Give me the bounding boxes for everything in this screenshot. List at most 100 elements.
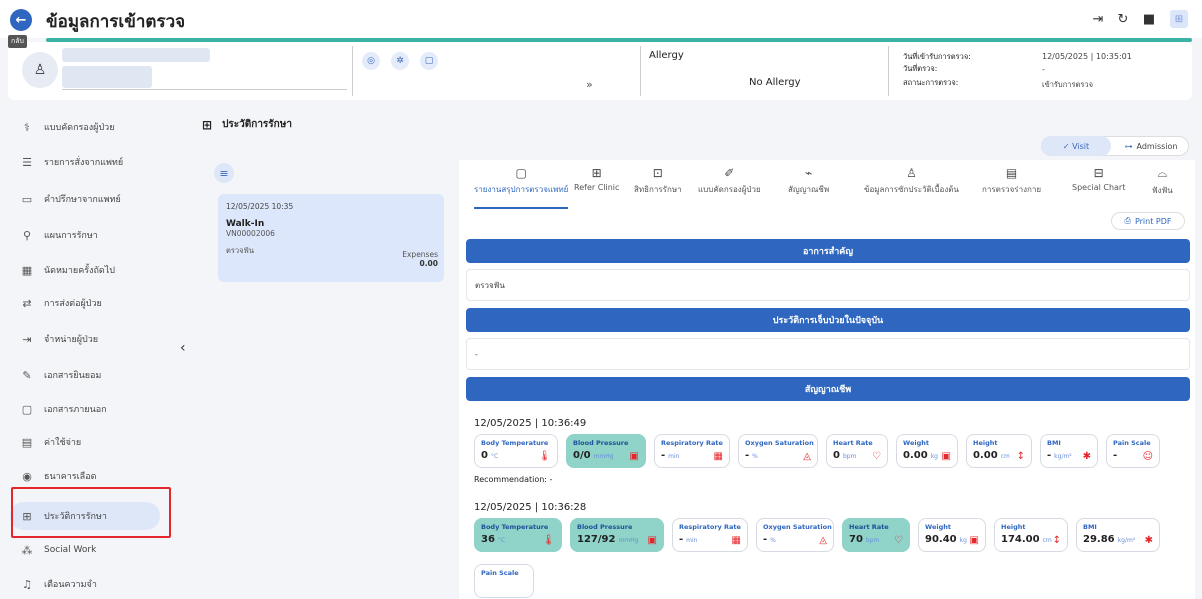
tab[interactable]: ⊡ สิทธิการรักษา — [634, 166, 682, 196]
vital-value: 0 — [481, 450, 488, 461]
vital-card: Pain Scale — [474, 564, 534, 598]
tab[interactable]: ⊞ Refer Clinic — [574, 166, 619, 192]
tab-label: แบบคัดกรองผู้ป่วย — [698, 185, 761, 194]
vital-card: Heart Rate 70 bpm ♡ — [842, 518, 910, 552]
tab[interactable]: ✐ แบบคัดกรองผู้ป่วย — [698, 166, 761, 196]
vital-unit: kg — [959, 537, 967, 544]
vital-value: 0/0 — [573, 450, 591, 461]
print-pdf-button[interactable]: ⎙ Print PDF — [1111, 212, 1185, 230]
vital-label: Pain Scale — [481, 569, 519, 577]
fingerprint-icon[interactable]: ◎ — [362, 52, 380, 70]
vital-card: Height 0.00 cm ↕ — [966, 434, 1032, 468]
height-icon: ↕ — [1016, 451, 1025, 462]
section-chief-complaint: อาการสำคัญ — [466, 239, 1190, 263]
oxygen-icon: ◬ — [803, 451, 811, 462]
vital-unit: bpm — [865, 537, 880, 544]
chevron-double-down-icon[interactable]: » — [586, 78, 593, 91]
visit-number: VN00002006 — [226, 229, 275, 238]
admission-toggle[interactable]: ⊶ Admission — [1113, 136, 1189, 156]
lungs-icon: ▦ — [731, 535, 741, 546]
vital-label: Body Temperature — [481, 523, 549, 531]
vital-label: Heart Rate — [849, 523, 889, 531]
sidebar-item[interactable]: ◉ ธนาคารเลือด — [10, 462, 160, 490]
sidebar-item[interactable]: ♫ เตือนความจำ — [10, 570, 160, 598]
sidebar-item[interactable]: ✎ เอกสารยินยอม — [10, 361, 160, 389]
face-icon: ☺ — [1142, 451, 1153, 462]
sidebar-item-label: เตือนความจำ — [44, 580, 97, 590]
scale-icon: ▣ — [969, 535, 979, 546]
bed-icon: ⊶ — [1124, 141, 1133, 151]
vital-card: Respiratory Rate - min ▦ — [672, 518, 748, 552]
vital-label: Weight — [903, 439, 929, 447]
vital-label: Body Temperature — [481, 439, 549, 447]
tab[interactable]: ▤ การตรวจร่างกาย — [982, 166, 1041, 196]
tab-bar: ▢ รายงานสรุปการตรวจแพทย์ ⊞ Refer Clinic ⊡ สิท… — [466, 166, 1202, 206]
sidebar-item[interactable]: ☰ รายการสั่งจากแพทย์ — [10, 148, 160, 176]
bell-icon: ♫ — [22, 577, 32, 591]
list-icon: ☰ — [22, 155, 32, 169]
tab-label: สัญญาณชีพ — [788, 185, 830, 194]
sidebar-item[interactable]: ⇄ การส่งต่อผู้ป่วย — [10, 289, 160, 317]
sidebar-item[interactable]: ▢ เอกสารภายนอก — [10, 395, 160, 423]
filter-button[interactable]: ≡ — [214, 163, 234, 183]
sidebar-item[interactable]: ▭ คำปรึกษาจากแพทย์ — [10, 185, 160, 213]
thermometer-icon: 🌡 — [542, 535, 555, 546]
visit-toggle[interactable]: ✓ Visit — [1041, 136, 1111, 156]
chevron-left-icon[interactable]: ‹ — [180, 340, 186, 356]
sidebar-item-label: ธนาคารเลือด — [44, 472, 97, 482]
divider — [352, 46, 353, 96]
vital-unit: bpm — [842, 453, 857, 460]
sidebar-item-label: Social Work — [44, 545, 97, 555]
sidebar-item[interactable]: ⁂ Social Work — [10, 536, 160, 564]
tab[interactable]: ▢ รายงานสรุปการตรวจแพทย์ — [474, 166, 568, 196]
bmi-icon: ✱ — [1082, 451, 1091, 462]
tab-icon: ⊡ — [652, 166, 663, 180]
tab[interactable]: ⌓ ฟังฟัน — [1152, 166, 1173, 197]
vital-unit: kg/m² — [1117, 537, 1136, 544]
selection-highlight — [11, 487, 171, 538]
allergy-label: Allergy — [649, 50, 684, 61]
tab-icon: ▤ — [1005, 166, 1018, 180]
vital-value: - — [1047, 450, 1052, 461]
allergy-value: No Allergy — [749, 77, 801, 88]
tab[interactable]: ⌁ สัญญาณชีพ — [788, 166, 829, 196]
vital-label: Oxygen Saturation — [763, 523, 832, 531]
vital-label: Blood Pressure — [577, 523, 633, 531]
vital-value: 36 — [481, 534, 495, 545]
visit-info-labels: วันที่เข้ารับการตรวจ: วันที่ตรวจ: สถานะก… — [903, 52, 971, 87]
sidebar-item[interactable]: ⚕ แบบคัดกรองผู้ป่วย — [10, 113, 160, 141]
vital-value: 174.00 — [1001, 534, 1040, 545]
sidebar-item[interactable]: ⇥ จำหน่ายผู้ป่วย — [10, 325, 160, 353]
sidebar-item-label: เอกสารยินยอม — [44, 371, 102, 381]
tab-label: การตรวจร่างกาย — [982, 185, 1042, 194]
visit-info-values: 12/05/2025 | 10:35:01 - เข้ารับการตรวจ — [1042, 52, 1132, 89]
bmi-icon: ✱ — [1144, 535, 1153, 546]
visit-card[interactable]: 12/05/2025 10:35 Walk-In VN00002006 ตรวจ… — [218, 194, 444, 282]
vital-unit: kg — [930, 453, 938, 460]
settings-icon[interactable]: ✲ — [391, 52, 409, 70]
tab-label: รายงานสรุปการตรวจแพทย์ — [474, 185, 569, 194]
expand-icon[interactable]: ⊞ — [1170, 10, 1188, 28]
folder-icon: ▢ — [21, 402, 33, 416]
tab[interactable]: ⊟ Special Chart — [1072, 166, 1125, 192]
back-button[interactable]: ← — [10, 9, 32, 31]
vital-card: BMI - kg/m² ✱ — [1040, 434, 1098, 468]
patient-name-redacted — [62, 48, 210, 62]
sidebar-item-label: จำหน่ายผู้ป่วย — [44, 335, 99, 345]
vital-card: Weight 0.00 kg ▣ — [896, 434, 958, 468]
tab-icon: ▢ — [515, 166, 527, 180]
refresh-icon[interactable]: ↻ — [1114, 10, 1132, 28]
history-title: ประวัติการรักษา — [222, 119, 292, 130]
tab[interactable]: ♙ ข้อมูลการซักประวัติเบื้องต้น — [864, 166, 959, 196]
logout-icon[interactable]: ⇥ — [1089, 10, 1107, 28]
trash-icon[interactable]: ■ — [1140, 10, 1158, 28]
divider — [888, 46, 889, 96]
tab-icon: ♙ — [906, 166, 917, 180]
sidebar-item[interactable]: ▤ ค่าใช้จ่าย — [10, 428, 160, 456]
document-icon[interactable]: ▢ — [420, 52, 438, 70]
blood-icon: ◉ — [22, 469, 32, 483]
vital-value: - — [661, 450, 666, 461]
sidebar-item[interactable]: ▦ นัดหมายครั้งถัดไป — [10, 256, 160, 284]
sidebar-item[interactable]: ⚲ แผนการรักษา — [10, 221, 160, 249]
divider — [62, 89, 347, 90]
